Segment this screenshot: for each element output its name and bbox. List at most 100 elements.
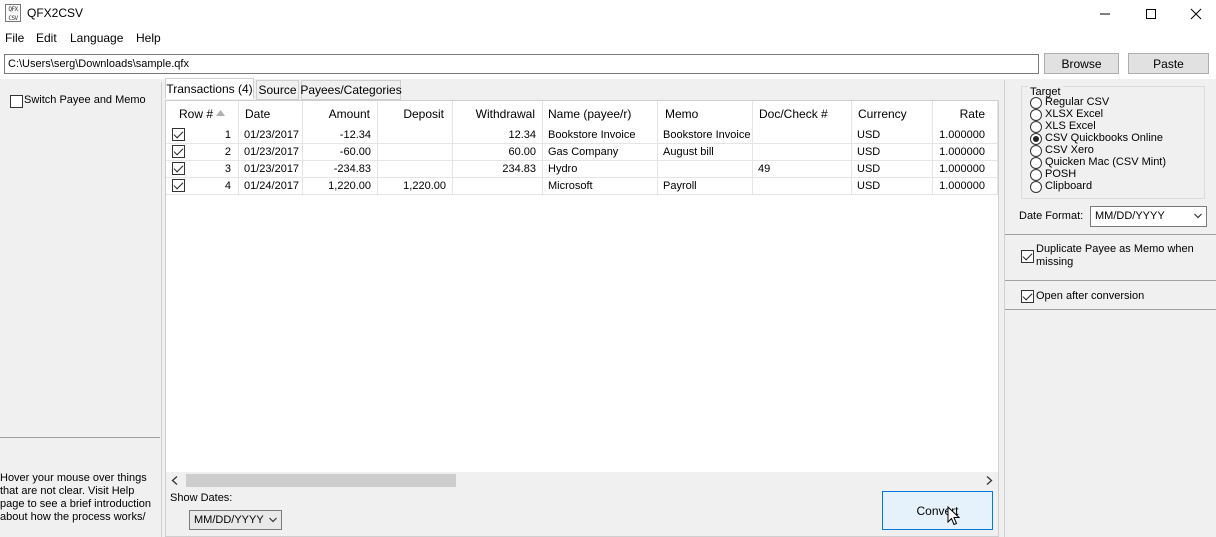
menu-help[interactable]: Help — [136, 31, 161, 45]
menu-file[interactable]: File — [5, 31, 24, 45]
minimize-button[interactable] — [1082, 0, 1128, 28]
date-format-value: MM/DD/YYYY — [1095, 210, 1165, 222]
tab-source[interactable]: Source — [256, 80, 299, 100]
target-option-csv-xero[interactable] — [1030, 145, 1042, 157]
amount-cell: 1,220.00 — [303, 178, 378, 195]
close-icon — [1190, 8, 1202, 20]
col-memo[interactable]: Memo — [658, 101, 753, 127]
row-include-checkbox[interactable] — [172, 179, 185, 192]
chevron-down-icon — [1194, 213, 1202, 219]
col-row[interactable]: Row # — [166, 101, 239, 127]
name-cell: Hydro — [543, 161, 658, 178]
show-dates-select[interactable]: MM/DD/YYYY — [189, 510, 282, 530]
doc-cell — [753, 127, 852, 144]
target-option-clipboard[interactable] — [1030, 181, 1042, 193]
row-cell: 3 — [166, 161, 239, 178]
help-text: Hover your mouse over things that are no… — [0, 472, 152, 523]
duplicate-payee-checkbox[interactable] — [1021, 250, 1034, 263]
target-option-label: POSH — [1045, 168, 1077, 180]
convert-button[interactable]: Convert — [882, 491, 993, 530]
withdrawal-cell: 60.00 — [453, 144, 543, 161]
row-include-checkbox[interactable] — [172, 162, 185, 175]
row-include-checkbox[interactable] — [172, 145, 185, 158]
target-option-xls-excel[interactable] — [1030, 121, 1042, 133]
right-divider — [1005, 309, 1216, 310]
memo-cell — [658, 161, 753, 178]
date-cell: 01/24/2017 — [239, 178, 303, 195]
switch-payee-memo-checkbox[interactable] — [10, 95, 23, 108]
grid-header: Row # Date Amount Deposit Withdrawal Nam… — [166, 101, 998, 127]
show-dates-label: Show Dates: — [170, 492, 233, 504]
minimize-icon — [1100, 13, 1110, 15]
left-panel: Switch Payee and Memo Hover your mouse o… — [0, 82, 162, 537]
paste-button[interactable]: Paste — [1128, 53, 1209, 74]
row-cell: 4 — [166, 178, 239, 195]
date-format-select[interactable]: MM/DD/YYYY — [1090, 206, 1207, 227]
target-option-label: CSV Xero — [1045, 144, 1094, 156]
sort-up-icon — [216, 110, 225, 116]
target-option-xlsx-excel[interactable] — [1030, 109, 1042, 121]
grid-footer: Show Dates: MM/DD/YYYY Convert — [166, 489, 998, 536]
browse-button[interactable]: Browse — [1044, 53, 1119, 74]
date-cell: 01/23/2017 — [239, 144, 303, 161]
target-option-quicken-mac[interactable] — [1030, 157, 1042, 169]
menu-bar: File Edit Language Help — [0, 28, 1216, 49]
scroll-right-icon[interactable] — [985, 476, 993, 485]
rate-cell: 1.000000 — [933, 178, 998, 195]
col-deposit[interactable]: Deposit — [378, 101, 453, 127]
name-cell: Gas Company — [543, 144, 658, 161]
withdrawal-cell — [453, 178, 543, 195]
table-row[interactable]: 4 01/24/2017 1,220.00 1,220.00 Microsoft… — [166, 178, 998, 195]
transactions-grid: Row # Date Amount Deposit Withdrawal Nam… — [165, 100, 999, 537]
col-rate[interactable]: Rate — [933, 101, 998, 127]
open-after-conversion-label: Open after conversion — [1036, 290, 1145, 302]
col-doc[interactable]: Doc/Check # — [753, 101, 852, 127]
deposit-cell — [378, 161, 453, 178]
mouse-cursor-icon — [947, 506, 961, 526]
col-withdrawal[interactable]: Withdrawal — [453, 101, 543, 127]
currency-cell: USD — [852, 144, 933, 161]
target-option-label: Clipboard — [1045, 180, 1093, 192]
row-cell: 1 — [166, 127, 239, 144]
menu-edit[interactable]: Edit — [36, 31, 57, 45]
maximize-icon — [1146, 9, 1156, 19]
row-number: 1 — [224, 129, 231, 141]
rate-cell: 1.000000 — [933, 127, 998, 144]
tab-payees-categories[interactable]: Payees/Categories — [300, 80, 402, 100]
target-option-label: XLS Excel — [1045, 120, 1096, 132]
tab-transactions[interactable]: Transactions (4) — [165, 78, 254, 99]
file-path-input[interactable] — [4, 54, 1039, 74]
target-option-csv-quickbooks-online[interactable] — [1030, 133, 1042, 145]
path-bar: Browse Paste — [0, 49, 1216, 79]
row-include-checkbox[interactable] — [172, 128, 185, 141]
col-name[interactable]: Name (payee/r) — [543, 101, 658, 127]
rate-cell: 1.000000 — [933, 161, 998, 178]
scroll-thumb[interactable] — [186, 474, 456, 487]
duplicate-payee-label: Duplicate Payee as Memo when missing — [1036, 243, 1194, 268]
table-row[interactable]: 3 01/23/2017 -234.83 234.83 Hydro 49 USD… — [166, 161, 998, 178]
close-button[interactable] — [1173, 0, 1216, 28]
show-dates-value: MM/DD/YYYY — [194, 514, 264, 526]
open-after-conversion-checkbox[interactable] — [1021, 290, 1034, 303]
deposit-cell — [378, 127, 453, 144]
table-row[interactable]: 1 01/23/2017 -12.34 12.34 Bookstore Invo… — [166, 127, 998, 144]
title-bar: QFX CSV QFX2CSV — [0, 0, 1216, 28]
target-option-posh[interactable] — [1030, 169, 1042, 181]
amount-cell: -234.83 — [303, 161, 378, 178]
right-divider — [1005, 234, 1216, 235]
target-group: Target Regular CSV XLSX Excel XLS Excel … — [1021, 86, 1205, 199]
table-row[interactable]: 2 01/23/2017 -60.00 60.00 Gas Company Au… — [166, 144, 998, 161]
menu-language[interactable]: Language — [70, 31, 123, 45]
col-amount[interactable]: Amount — [303, 101, 378, 127]
col-currency[interactable]: Currency — [852, 101, 933, 127]
scroll-left-icon[interactable] — [171, 476, 179, 485]
deposit-cell: 1,220.00 — [378, 178, 453, 195]
doc-cell — [753, 144, 852, 161]
right-divider — [1005, 280, 1216, 281]
horizontal-scrollbar[interactable] — [166, 472, 998, 489]
col-date[interactable]: Date — [239, 101, 303, 127]
maximize-button[interactable] — [1128, 0, 1174, 28]
amount-cell: -12.34 — [303, 127, 378, 144]
rate-cell: 1.000000 — [933, 144, 998, 161]
target-option-regular-csv[interactable] — [1030, 97, 1042, 109]
